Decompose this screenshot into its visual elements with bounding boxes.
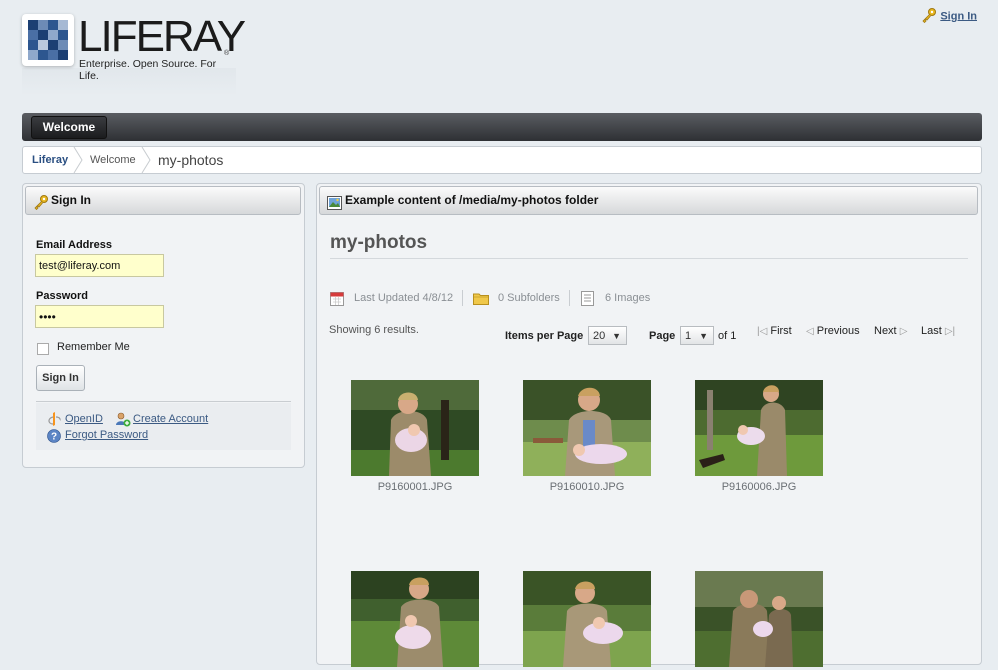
pager-previous-label: Previous bbox=[816, 325, 860, 337]
signin-portlet-title: Sign In bbox=[25, 186, 301, 215]
logo-tagline: Enterprise. Open Source. For Life. bbox=[79, 58, 217, 82]
password-label: Password bbox=[36, 290, 88, 302]
photo-thumbnail[interactable] bbox=[695, 571, 823, 667]
forgot-password-link[interactable]: Forgot Password bbox=[65, 429, 148, 441]
photo-filename[interactable]: P9160001.JPG bbox=[351, 481, 479, 493]
remember-me-label: Remember Me bbox=[57, 341, 130, 353]
last-updated: Last Updated 4/8/12 bbox=[354, 292, 454, 304]
calendar-icon bbox=[330, 291, 344, 309]
media-portlet-title-text: Example content of /media/my-photos fold… bbox=[345, 193, 599, 207]
folder-icon bbox=[473, 292, 489, 308]
top-signin[interactable]: Sign In bbox=[921, 7, 977, 26]
divider bbox=[569, 290, 570, 306]
email-field[interactable]: test@liferay.com bbox=[35, 254, 164, 277]
items-per-page-value: 20 bbox=[593, 330, 606, 342]
photo-filename[interactable]: P9160010.JPG bbox=[523, 481, 651, 493]
image-icon bbox=[327, 193, 342, 220]
remember-me-checkbox[interactable] bbox=[37, 343, 49, 355]
pager-first[interactable]: |◁ First bbox=[757, 325, 792, 337]
items-per-page-select[interactable]: 20 ▼ bbox=[588, 326, 627, 345]
breadcrumb-liferay[interactable]: Liferay bbox=[32, 147, 68, 173]
media-portlet-title: Example content of /media/my-photos fold… bbox=[319, 186, 978, 215]
nav-tab-welcome[interactable]: Welcome bbox=[31, 116, 107, 139]
help-icon: ? bbox=[47, 429, 61, 446]
create-account-link[interactable]: Create Account bbox=[133, 413, 208, 425]
signin-links-panel bbox=[36, 403, 291, 450]
pager-previous[interactable]: ◁ Previous bbox=[806, 325, 860, 337]
breadcrumb-separator-icon bbox=[73, 147, 83, 173]
breadcrumb-separator-icon bbox=[141, 147, 151, 173]
photo-thumbnail[interactable] bbox=[351, 571, 479, 667]
divider bbox=[462, 290, 463, 306]
signin-button[interactable]: Sign In bbox=[36, 365, 85, 391]
logo-mark bbox=[22, 14, 74, 66]
pager-last-label: Last bbox=[921, 325, 942, 337]
breadcrumb-welcome[interactable]: Welcome bbox=[90, 147, 136, 173]
breadcrumb: Liferay Welcome my-photos bbox=[22, 146, 982, 174]
photo-filename[interactable]: P9160006.JPG bbox=[695, 481, 823, 493]
logo-wordmark: LIFERAY bbox=[78, 12, 246, 61]
photo-thumbnail[interactable] bbox=[695, 380, 823, 476]
logo-registered-mark: ® bbox=[224, 50, 230, 57]
last-page-icon: ▷| bbox=[944, 326, 956, 337]
subfolder-count: 0 Subfolders bbox=[498, 292, 560, 304]
items-per-page-label: Items per Page bbox=[505, 330, 584, 342]
pager-next-label: Next bbox=[874, 325, 897, 337]
page-value: 1 bbox=[685, 330, 692, 342]
next-page-icon: ▷ bbox=[899, 326, 908, 337]
email-label: Email Address bbox=[36, 239, 113, 251]
chevron-down-icon: ▼ bbox=[612, 331, 621, 341]
image-count: 6 Images bbox=[605, 292, 651, 304]
pager-last[interactable]: Last ▷| bbox=[921, 325, 955, 337]
photo-thumbnail[interactable] bbox=[523, 380, 651, 476]
top-signin-link[interactable]: Sign In bbox=[940, 10, 977, 22]
liferay-logo[interactable]: LIFERAY ® Enterprise. Open Source. For L… bbox=[22, 12, 246, 104]
document-icon bbox=[581, 291, 594, 309]
divider bbox=[36, 401, 291, 402]
key-icon bbox=[921, 7, 937, 26]
breadcrumb-my-photos: my-photos bbox=[158, 152, 224, 168]
page-select[interactable]: 1 ▼ bbox=[680, 326, 714, 345]
signin-portlet-title-text: Sign In bbox=[51, 193, 91, 207]
openid-icon bbox=[47, 412, 61, 429]
openid-link[interactable]: OpenID bbox=[65, 413, 103, 425]
pager-first-label: First bbox=[770, 325, 792, 337]
results-summary: Showing 6 results. bbox=[329, 324, 419, 336]
svg-text:?: ? bbox=[51, 432, 57, 443]
page-label: Page bbox=[649, 330, 676, 342]
main-navigation: Welcome bbox=[22, 113, 982, 141]
password-field[interactable]: •••• bbox=[35, 305, 164, 328]
previous-page-icon: ◁ bbox=[806, 326, 814, 337]
photo-thumbnail[interactable] bbox=[351, 380, 479, 476]
folder-title: my-photos bbox=[330, 232, 428, 253]
key-icon bbox=[33, 193, 49, 220]
chevron-down-icon: ▼ bbox=[699, 331, 708, 341]
first-page-icon: |◁ bbox=[757, 326, 768, 337]
add-user-icon bbox=[115, 411, 131, 430]
page-total: of 1 bbox=[718, 330, 737, 342]
photo-thumbnail[interactable] bbox=[523, 571, 651, 667]
divider bbox=[330, 258, 968, 259]
pager-next[interactable]: Next ▷ bbox=[874, 325, 907, 337]
